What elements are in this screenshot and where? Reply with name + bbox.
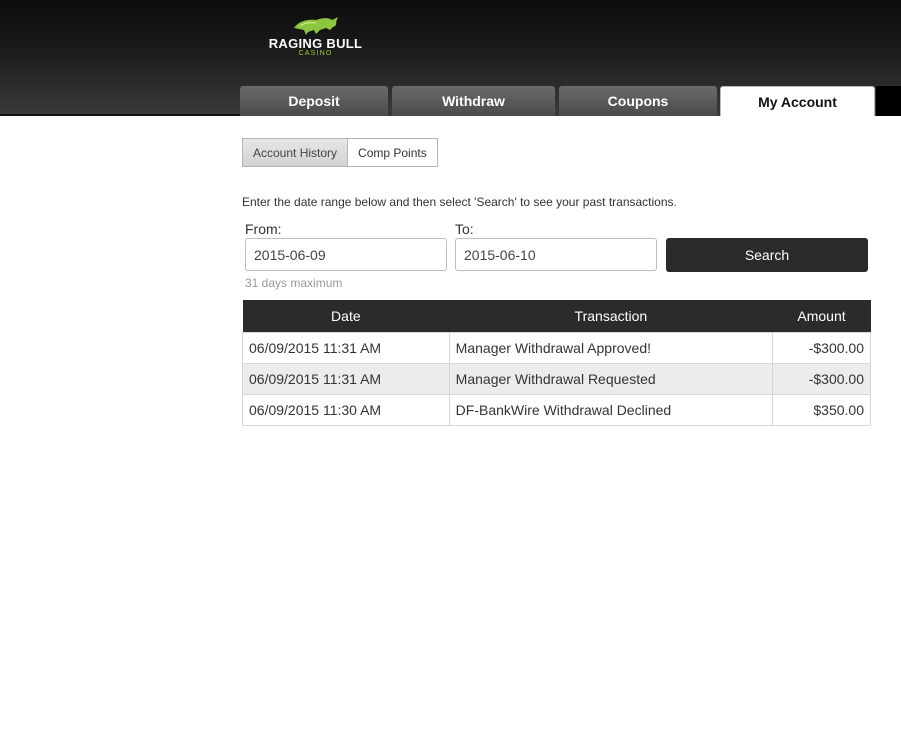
table-header-row: Date Transaction Amount (242, 300, 871, 333)
bull-icon (293, 17, 338, 35)
date-range-hint: 31 days maximum (245, 276, 343, 290)
header-divider (0, 114, 240, 116)
table-row: 06/09/2015 11:31 AM Manager Withdrawal R… (242, 363, 871, 395)
cell-date: 06/09/2015 11:31 AM (242, 332, 450, 364)
tab-bar-end (876, 86, 901, 116)
cell-transaction: Manager Withdrawal Requested (448, 363, 774, 395)
column-header-date: Date (242, 300, 450, 333)
brand-name: RAGING BULL (268, 36, 363, 51)
brand-logo[interactable]: RAGING BULL CASINO (268, 14, 363, 60)
table-row: 06/09/2015 11:31 AM Manager Withdrawal A… (242, 332, 871, 364)
cell-amount: $350.00 (772, 394, 871, 426)
cell-amount: -$300.00 (772, 332, 871, 364)
tab-deposit[interactable]: Deposit (240, 86, 388, 116)
cell-date: 06/09/2015 11:31 AM (242, 363, 450, 395)
cell-amount: -$300.00 (772, 363, 871, 395)
search-button[interactable]: Search (666, 238, 868, 272)
tab-coupons[interactable]: Coupons (559, 86, 717, 116)
tab-withdraw[interactable]: Withdraw (392, 86, 555, 116)
transactions-table: Date Transaction Amount 06/09/2015 11:31… (242, 300, 871, 426)
cell-transaction: Manager Withdrawal Approved! (448, 332, 774, 364)
column-header-transaction: Transaction (449, 300, 773, 333)
table-row: 06/09/2015 11:30 AM DF-BankWire Withdraw… (242, 394, 871, 426)
to-date-input[interactable] (455, 238, 657, 271)
search-instructions: Enter the date range below and then sele… (242, 195, 677, 209)
from-date-input[interactable] (245, 238, 447, 271)
from-label: From: (245, 221, 282, 237)
brand-sub: CASINO (298, 50, 333, 57)
subtab-comp-points[interactable]: Comp Points (348, 138, 438, 167)
cell-date: 06/09/2015 11:30 AM (242, 394, 450, 426)
to-label: To: (455, 221, 474, 237)
subtab-account-history[interactable]: Account History (242, 138, 349, 167)
cell-transaction: DF-BankWire Withdrawal Declined (448, 394, 774, 426)
tab-my-account[interactable]: My Account (720, 86, 875, 116)
account-subnav: Account History Comp Points (242, 138, 438, 167)
column-header-amount: Amount (772, 300, 871, 333)
